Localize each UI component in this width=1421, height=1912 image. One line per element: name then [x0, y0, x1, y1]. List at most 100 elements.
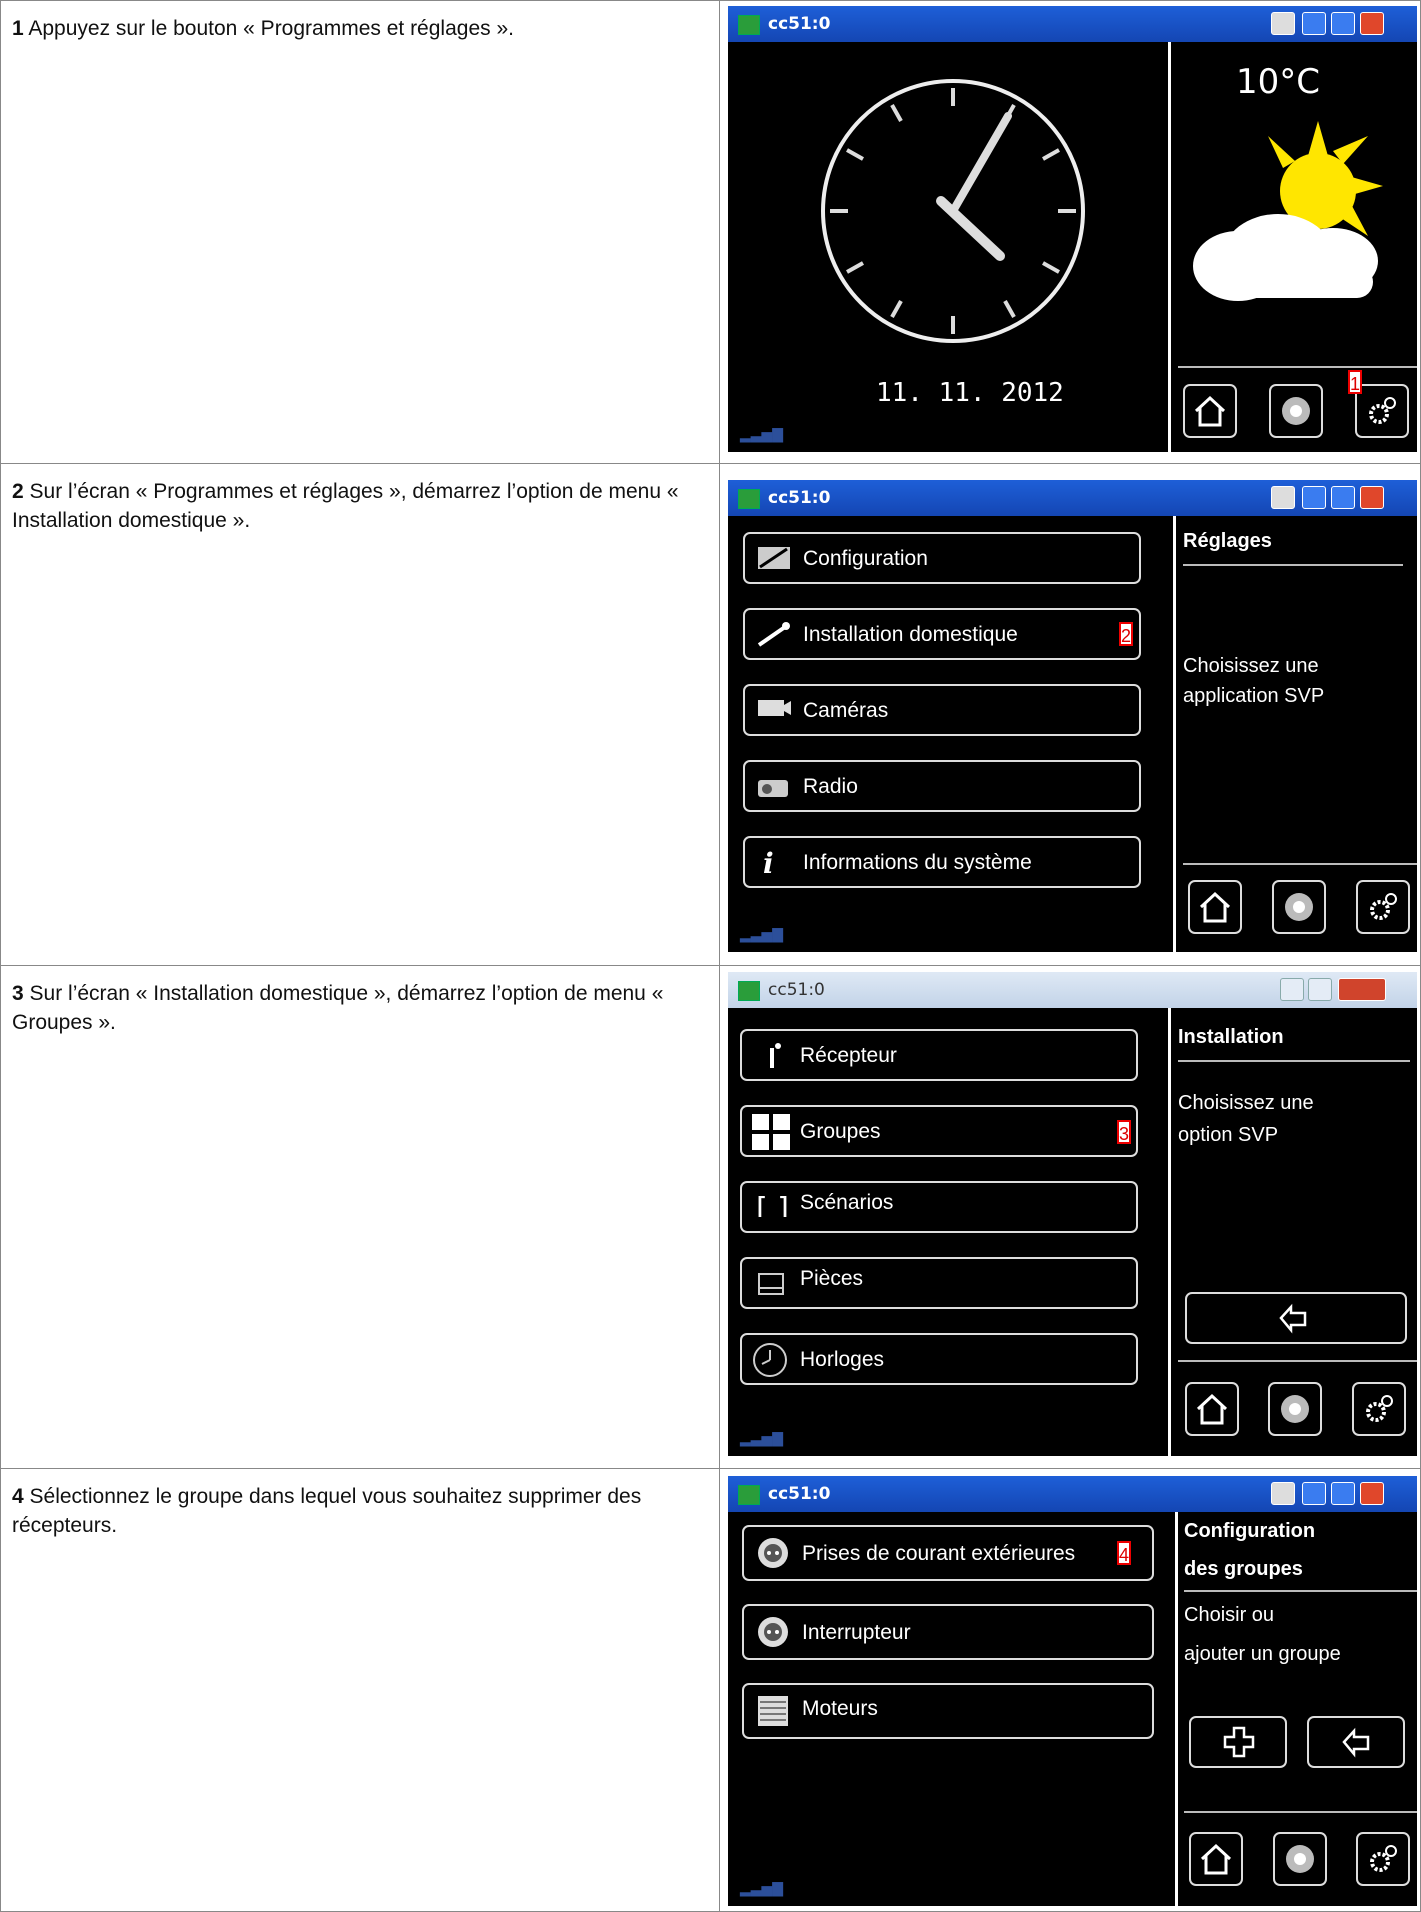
menu-item-radio[interactable]: Radio — [743, 760, 1141, 812]
side-panel-text-2: option SVP — [1178, 1124, 1279, 1146]
network-icon — [1285, 893, 1313, 921]
room-icon — [758, 1273, 784, 1295]
network-button[interactable] — [1269, 384, 1323, 438]
step-row-4: 4 Sélectionnez le groupe dans lequel vou… — [0, 1468, 1421, 1911]
group-item-outdoor-sockets[interactable]: Prises de courant extérieures 4 — [742, 1525, 1154, 1581]
home-button[interactable] — [1188, 880, 1242, 934]
side-title-underline — [1178, 1060, 1410, 1062]
socket-icon — [758, 1617, 788, 1647]
back-arrow-icon — [1342, 1727, 1370, 1758]
home-icon — [1199, 891, 1231, 923]
menu-item-scenarios[interactable]: [ ] Scénarios — [740, 1181, 1138, 1233]
print-button[interactable] — [1271, 486, 1295, 509]
socket-icon — [758, 1538, 788, 1568]
step-number: 1 — [12, 17, 24, 40]
network-button[interactable] — [1272, 880, 1326, 934]
step-instruction: 2 Sur l’écran « Programmes et réglages »… — [0, 463, 717, 535]
add-group-button[interactable] — [1189, 1716, 1287, 1768]
side-panel-text-1: Choisir ou — [1184, 1604, 1275, 1626]
menu-item-label: Horloges — [800, 1348, 885, 1371]
network-icon — [1286, 1845, 1314, 1873]
analog-clock — [821, 79, 1085, 343]
window-titlebar: cc51:0 — [728, 480, 1417, 516]
minimize-button[interactable] — [1302, 1482, 1326, 1505]
menu-item-system-info[interactable]: i Informations du système — [743, 836, 1141, 888]
group-item-switch[interactable]: Interrupteur — [742, 1604, 1154, 1660]
window-title: cc51:0 — [768, 980, 825, 1000]
menu-item-label: Caméras — [803, 699, 889, 722]
shutter-motor-icon — [758, 1696, 788, 1726]
print-button[interactable] — [1271, 12, 1295, 35]
close-button[interactable] — [1360, 12, 1384, 35]
side-panel-title-2: des groupes — [1184, 1558, 1303, 1580]
step-row-1: 1 Appuyez sur le bouton « Programmes et … — [0, 0, 1421, 463]
close-button[interactable] — [1360, 486, 1384, 509]
menu-item-label: Groupes — [800, 1120, 881, 1143]
panel-divider — [1168, 1008, 1171, 1456]
window-title: cc51:0 — [768, 1484, 831, 1504]
wrench-icon — [757, 622, 790, 647]
menu-item-label: Configuration — [803, 547, 928, 570]
home-button[interactable] — [1185, 1382, 1239, 1436]
clock-icon — [753, 1343, 787, 1377]
settings-button[interactable] — [1352, 1382, 1406, 1436]
window-title: cc51:0 — [768, 14, 831, 34]
maximize-button[interactable] — [1331, 12, 1355, 35]
side-title-underline — [1183, 564, 1403, 566]
back-button[interactable] — [1185, 1292, 1407, 1344]
maximize-button[interactable] — [1308, 978, 1332, 1001]
home-button[interactable] — [1189, 1832, 1243, 1886]
minimize-button[interactable] — [1302, 12, 1326, 35]
gear-icon — [1370, 1845, 1397, 1872]
group-item-motors[interactable]: Moteurs — [742, 1683, 1154, 1739]
menu-item-label: Pièces — [800, 1267, 864, 1290]
screen-group-config: cc51:0 Prises de courant extérieures 4 I… — [728, 1476, 1417, 1906]
menu-item-configuration[interactable]: Configuration — [743, 532, 1141, 584]
menu-item-label: Installation domestique — [803, 623, 1018, 646]
step-instruction: 1 Appuyez sur le bouton « Programmes et … — [0, 0, 717, 43]
step-text: Sélectionnez le groupe dans lequel vous … — [12, 1485, 642, 1537]
receiver-antenna-icon — [770, 1043, 781, 1068]
close-button[interactable] — [1338, 978, 1386, 1001]
step-text: Appuyez sur le bouton « Programmes et ré… — [23, 17, 514, 40]
window-titlebar: cc51:0 — [728, 972, 1417, 1008]
screen-installation: cc51:0 Récepteur Groupes 3 [ ] Scénarios… — [728, 972, 1417, 1456]
menu-item-rooms[interactable]: Pièces — [740, 1257, 1138, 1309]
network-button[interactable] — [1268, 1382, 1322, 1436]
app-icon — [738, 15, 760, 35]
menu-item-receiver[interactable]: Récepteur — [740, 1029, 1138, 1081]
menu-item-installation[interactable]: Installation domestique 2 — [743, 608, 1141, 660]
menu-item-label: Radio — [803, 775, 858, 798]
network-button[interactable] — [1273, 1832, 1327, 1886]
step-row-2: 2 Sur l’écran « Programmes et réglages »… — [0, 463, 1421, 965]
close-button[interactable] — [1360, 1482, 1384, 1505]
menu-item-groups[interactable]: Groupes 3 — [740, 1105, 1138, 1157]
menu-item-label: Récepteur — [800, 1044, 897, 1067]
home-icon — [1200, 1843, 1232, 1875]
signal-icon: ▂▃▅▇ — [740, 1880, 784, 1896]
status-bar: ▂▃▅▇ — [740, 1430, 1040, 1452]
right-panel-line — [1184, 1811, 1417, 1813]
step-marker: 4 — [1117, 1541, 1131, 1565]
home-button[interactable] — [1183, 384, 1237, 438]
step-text: Sur l’écran « Programmes et réglages », … — [12, 480, 679, 532]
maximize-button[interactable] — [1331, 486, 1355, 509]
maximize-button[interactable] — [1331, 1482, 1355, 1505]
side-panel-text-2: ajouter un groupe — [1184, 1643, 1341, 1665]
print-button[interactable] — [1271, 1482, 1295, 1505]
status-bar: ▂▃▅▇ — [740, 926, 1040, 948]
settings-button[interactable] — [1356, 880, 1410, 934]
back-button[interactable] — [1307, 1716, 1405, 1768]
step-number: 2 — [12, 480, 24, 503]
minimize-button[interactable] — [1302, 486, 1326, 509]
minimize-button[interactable] — [1280, 978, 1304, 1001]
settings-button[interactable] — [1355, 384, 1409, 438]
side-panel-title-1: Configuration — [1184, 1520, 1316, 1542]
menu-item-clocks[interactable]: Horloges — [740, 1333, 1138, 1385]
menu-item-cameras[interactable]: Caméras — [743, 684, 1141, 736]
step-marker: 3 — [1117, 1120, 1131, 1144]
svg-text:i: i — [763, 849, 774, 875]
settings-button[interactable] — [1356, 1832, 1410, 1886]
network-icon — [1282, 397, 1310, 425]
right-panel-line — [1178, 1360, 1417, 1362]
